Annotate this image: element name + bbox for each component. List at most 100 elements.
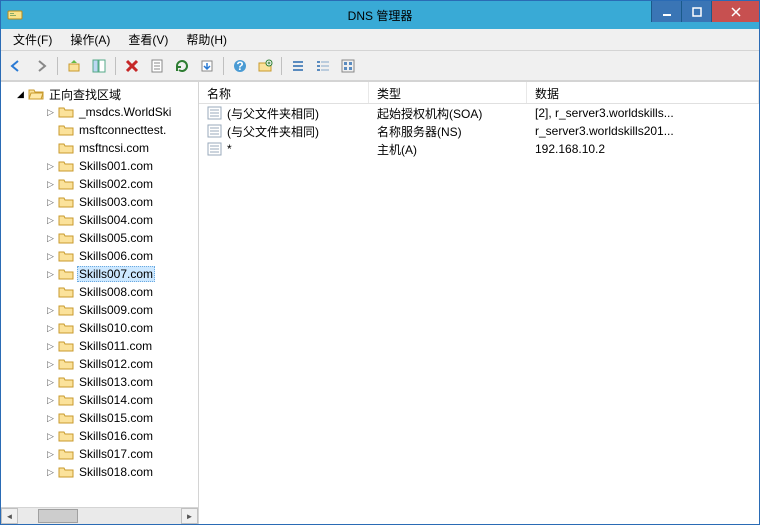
list-row[interactable]: (与父文件夹相同)起始授权机构(SOA)[2], r_server3.world… [199,104,759,122]
expander-icon[interactable] [43,285,58,300]
expander-icon[interactable]: ▷ [43,303,58,318]
expander-icon[interactable]: ▷ [43,213,58,228]
menu-help[interactable]: 帮助(H) [178,29,235,50]
expander-icon[interactable]: ▷ [43,195,58,210]
tree-item[interactable]: ▷Skills009.com [1,301,198,319]
folder-icon [58,374,74,390]
tree-item[interactable]: ▷Skills002.com [1,175,198,193]
expander-icon[interactable]: ▷ [43,465,58,480]
forward-button[interactable] [30,55,52,77]
up-button[interactable] [63,55,85,77]
expander-icon[interactable]: ▷ [43,393,58,408]
menu-bar: 文件(F) 操作(A) 查看(V) 帮助(H) [1,29,759,51]
column-data[interactable]: 数据 [527,82,759,103]
expander-icon[interactable]: ▷ [43,321,58,336]
list-header: 名称 类型 数据 [199,82,759,104]
back-button[interactable] [5,55,27,77]
tree-item[interactable]: ▷Skills001.com [1,157,198,175]
expander-icon[interactable]: ▷ [43,267,58,282]
tree-item[interactable]: ▷ _msdcs.WorldSki [1,103,198,121]
folder-icon [58,464,74,480]
minimize-button[interactable] [651,1,681,22]
help-button[interactable]: ? [229,55,251,77]
expander-icon[interactable]: ▷ [43,429,58,444]
menu-view[interactable]: 查看(V) [120,29,176,50]
expander-icon[interactable]: ▷ [43,159,58,174]
toolbar-separator [281,57,282,75]
new-zone-button[interactable] [254,55,276,77]
list-row[interactable]: *主机(A)192.168.10.2 [199,140,759,158]
tree-item[interactable]: ▷ Skills017.com [1,445,198,463]
tree-item[interactable]: ▷Skills012.com [1,355,198,373]
view-list-button[interactable] [287,55,309,77]
expander-icon[interactable]: ▷ [43,249,58,264]
menu-action[interactable]: 操作(A) [62,29,118,50]
expander-icon[interactable]: ▷ [43,375,58,390]
tree-item-label: Skills006.com [77,248,155,264]
list-row[interactable]: (与父文件夹相同)名称服务器(NS)r_server3.worldskills2… [199,122,759,140]
show-hide-tree-button[interactable] [88,55,110,77]
column-name[interactable]: 名称 [199,82,369,103]
expander-icon[interactable]: ▷ [43,357,58,372]
scroll-track[interactable] [18,508,181,524]
folder-icon [58,428,74,444]
scroll-thumb[interactable] [38,509,78,523]
app-icon [7,7,23,23]
scroll-left-button[interactable]: ◄ [1,508,18,524]
menu-file[interactable]: 文件(F) [5,29,60,50]
tree-item-label: Skills017.com [77,446,155,462]
folder-icon [58,158,74,174]
expander-icon[interactable]: ▷ [43,447,58,462]
tree-item-label: Skills003.com [77,194,155,210]
maximize-button[interactable] [681,1,711,22]
scroll-right-button[interactable]: ► [181,508,198,524]
folder-icon [58,140,74,156]
tree-item[interactable]: Skills008.com [1,283,198,301]
expander-icon[interactable]: ▷ [43,411,58,426]
tree-item[interactable]: ▷Skills013.com [1,373,198,391]
column-type[interactable]: 类型 [369,82,527,103]
expander-icon[interactable]: ▷ [43,339,58,354]
tree-item-label: Skills018.com [77,464,155,480]
tree-item-label: Skills010.com [77,320,155,336]
tree-item[interactable]: ▷Skills005.com [1,229,198,247]
tree-item[interactable]: ▷ Skills018.com [1,463,198,481]
folder-icon [58,356,74,372]
delete-button[interactable] [121,55,143,77]
expander-icon[interactable]: ▷ [43,231,58,246]
refresh-button[interactable] [171,55,193,77]
tree-item[interactable]: ▷ Skills007.com [1,265,198,283]
title-bar: DNS 管理器 [1,1,759,29]
view-filter-button[interactable] [337,55,359,77]
record-icon [207,142,223,156]
toolbar-separator [115,57,116,75]
export-button[interactable] [196,55,218,77]
expander-icon[interactable]: ▷ [43,105,58,120]
tree-item[interactable]: ▷Skills014.com [1,391,198,409]
view-details-button[interactable] [312,55,334,77]
tree-pane: ◢ 正向查找区域 ▷ _msdcs.WorldSkimsftconnecttest… [1,82,199,524]
tree-item[interactable]: msftncsi.com [1,139,198,157]
properties-button[interactable] [146,55,168,77]
tree-root[interactable]: ◢ 正向查找区域 [1,85,198,103]
tree-item[interactable]: ▷ Skills010.com [1,319,198,337]
tree-item[interactable]: ▷ Skills011.com [1,337,198,355]
tree-item[interactable]: ▷Skills016.com [1,427,198,445]
close-button[interactable] [711,1,759,22]
tree-item-label: Skills011.com [77,338,154,354]
expander-icon[interactable] [43,123,58,138]
tree-item-label: Skills007.com [77,266,155,282]
folder-icon [58,302,74,318]
tree-item-label: _msdcs.WorldSki [77,104,173,120]
expander-icon[interactable] [43,141,58,156]
expander-icon[interactable]: ▷ [43,177,58,192]
tree-item[interactable]: ▷Skills015.com [1,409,198,427]
tree-item[interactable]: msftconnecttest. [1,121,198,139]
tree-item[interactable]: ▷ Skills006.com [1,247,198,265]
tree-item[interactable]: ▷Skills004.com [1,211,198,229]
tree-horizontal-scrollbar[interactable]: ◄ ► [1,507,198,524]
expander-icon[interactable]: ◢ [13,87,28,102]
tree-item[interactable]: ▷ Skills003.com [1,193,198,211]
svg-text:?: ? [236,59,243,73]
toolbar-separator [57,57,58,75]
